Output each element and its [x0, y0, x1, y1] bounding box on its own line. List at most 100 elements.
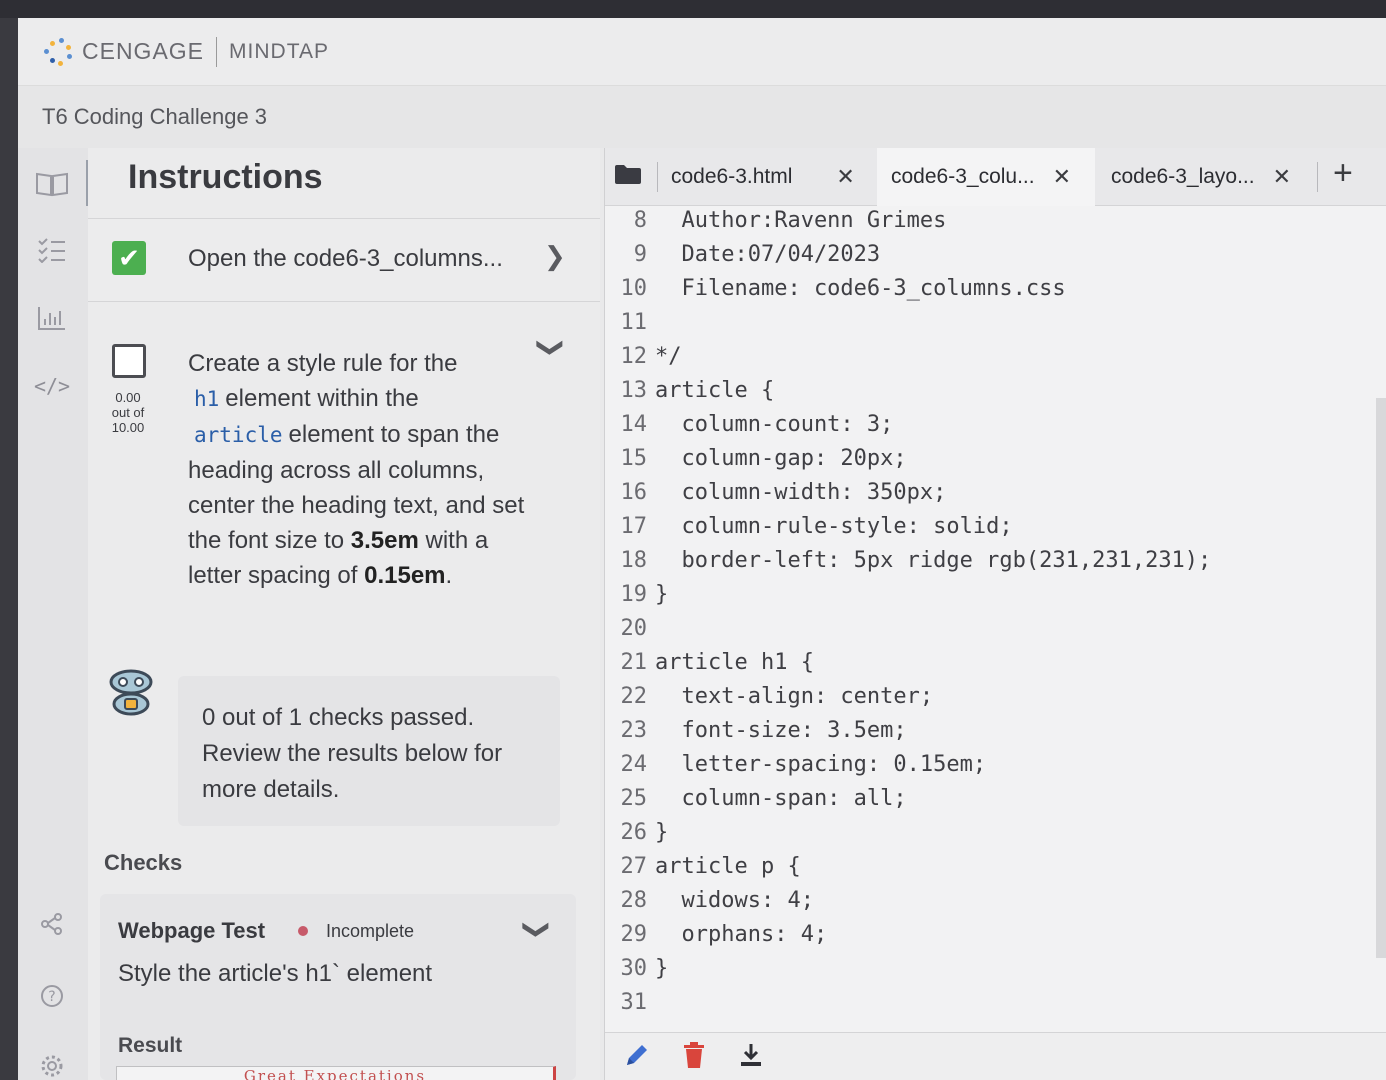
code-text: }: [655, 820, 669, 845]
close-icon[interactable]: ✕: [1053, 164, 1071, 190]
book-icon[interactable]: [32, 164, 72, 204]
tab-separator: [657, 162, 658, 192]
tab-code6-3-layout[interactable]: code6-3_layo... ✕: [1111, 148, 1311, 206]
code-line[interactable]: 26}: [605, 820, 1386, 854]
code-line[interactable]: 18 border-left: 5px ridge rgb(231,231,23…: [605, 548, 1386, 582]
status-dot: [298, 926, 308, 936]
code-line[interactable]: 31: [605, 990, 1386, 1024]
close-icon[interactable]: ✕: [836, 164, 854, 190]
tab-code6-3-columns[interactable]: code6-3_colu... ✕: [877, 148, 1095, 206]
app-window: CENGAGE MINDTAP T6 Coding Challenge 3 </…: [18, 18, 1386, 1080]
line-number: 17: [620, 514, 648, 539]
line-number: 30: [620, 956, 648, 981]
code-line[interactable]: 28 widows: 4;: [605, 888, 1386, 922]
score-out-of: out of: [111, 405, 145, 420]
editor-scrollbar[interactable]: [1376, 398, 1386, 958]
settings-icon[interactable]: [32, 1046, 72, 1080]
code-line[interactable]: 24 letter-spacing: 0.15em;: [605, 752, 1386, 786]
code-line[interactable]: 20: [605, 616, 1386, 650]
code-line[interactable]: 30}: [605, 956, 1386, 990]
brand-header: CENGAGE MINDTAP: [18, 18, 1386, 86]
checklist-icon[interactable]: [32, 230, 72, 270]
code-text: widows: 4;: [655, 888, 814, 913]
line-number: 13: [620, 378, 648, 403]
code-area[interactable]: 8 Author:Ravenn Grimes 9 Date:07/04/2023…: [605, 208, 1386, 1015]
chevron-right-icon[interactable]: ❯: [544, 241, 566, 272]
code-line[interactable]: 14 column-count: 3;: [605, 412, 1386, 446]
step-2[interactable]: 0.00 out of 10.00 Create a style rule fo…: [88, 308, 600, 638]
check-card[interactable]: Webpage Test Incomplete ❯ Style the arti…: [100, 894, 576, 1080]
checkmark-icon: ✔: [118, 242, 140, 273]
step-2-text-part: 3.5em: [350, 527, 419, 554]
folder-icon[interactable]: [615, 164, 641, 184]
code-text: }: [655, 956, 669, 981]
feedback-message: 0 out of 1 checks passed. Review the res…: [178, 676, 560, 826]
step-1[interactable]: ✔ Open the code6-3_columns... ❯: [88, 218, 600, 302]
line-number: 12: [620, 344, 648, 369]
step-1-checkbox[interactable]: ✔: [112, 241, 146, 275]
code-line[interactable]: 8 Author:Ravenn Grimes: [605, 208, 1386, 242]
code-line[interactable]: 12 */: [605, 344, 1386, 378]
result-label: Result: [118, 1034, 183, 1057]
chevron-down-icon[interactable]: ❯: [535, 337, 566, 359]
code-text: letter-spacing: 0.15em;: [655, 752, 987, 777]
code-line[interactable]: 15 column-gap: 20px;: [605, 446, 1386, 480]
code-text: }: [655, 582, 669, 607]
step-2-text-part: .: [445, 562, 453, 589]
add-tab-icon[interactable]: +: [1333, 154, 1353, 193]
step-2-checkbox[interactable]: [112, 344, 146, 378]
cengage-logo-icon: [40, 35, 74, 69]
line-number: 9: [633, 242, 647, 267]
code-line[interactable]: 16 column-width: 350px;: [605, 480, 1386, 514]
download-icon[interactable]: [737, 1041, 767, 1071]
code-line[interactable]: 29 orphans: 4;: [605, 922, 1386, 956]
code-line[interactable]: 27 article p {: [605, 854, 1386, 888]
code-line[interactable]: 13 article {: [605, 378, 1386, 412]
code-text: */: [655, 344, 682, 369]
step-1-label: Open the code6-3_columns...: [188, 245, 503, 272]
line-number: 20: [620, 616, 648, 641]
check-title: Webpage Test: [118, 918, 266, 943]
code-text: Filename: code6-3_columns.css: [655, 276, 1066, 301]
code-line[interactable]: 9 Date:07/04/2023: [605, 242, 1386, 276]
chevron-down-icon[interactable]: ❯: [521, 919, 552, 941]
svg-text:?: ?: [48, 989, 55, 1005]
line-number: 27: [620, 854, 648, 879]
code-line[interactable]: 19}: [605, 582, 1386, 616]
line-number: 23: [620, 718, 648, 743]
code-text: column-count: 3;: [655, 412, 894, 437]
line-number: 14: [620, 412, 648, 437]
code-icon[interactable]: </>: [32, 366, 72, 406]
code-line[interactable]: 22 text-align: center;: [605, 684, 1386, 718]
help-icon[interactable]: ?: [32, 976, 72, 1016]
step-2-text: Create a style rule for the h1 element wi…: [188, 346, 548, 593]
pencil-icon[interactable]: [623, 1041, 653, 1071]
result-preview: Great Expectations: [116, 1066, 556, 1080]
share-icon[interactable]: [32, 904, 72, 944]
code-text: border-left: 5px ridge rgb(231,231,231);: [655, 548, 1212, 573]
code-line[interactable]: 21 article h1 {: [605, 650, 1386, 684]
code-text: article p {: [655, 854, 801, 879]
editor-tabs: code6-3.html ✕ code6-3_colu... ✕ code6-3…: [605, 148, 1386, 206]
code-line[interactable]: 25 column-span: all;: [605, 786, 1386, 820]
close-icon[interactable]: ✕: [1273, 164, 1291, 190]
tab-code6-3-html[interactable]: code6-3.html ✕: [671, 148, 871, 206]
code-text: column-width: 350px;: [655, 480, 947, 505]
line-number: 25: [620, 786, 648, 811]
code-line[interactable]: 11: [605, 310, 1386, 344]
code-line[interactable]: 17 column-rule-style: solid;: [605, 514, 1386, 548]
line-number: 18: [620, 548, 648, 573]
left-icon-rail: </> ?: [18, 148, 89, 1080]
editor-toolbar: [605, 1032, 1386, 1080]
trash-icon[interactable]: [681, 1041, 711, 1071]
browser-bookmarks-bar: [0, 0, 1386, 18]
line-number: 28: [620, 888, 648, 913]
code-line[interactable]: 10 Filename: code6-3_columns.css: [605, 276, 1386, 310]
tab-separator: [1317, 162, 1318, 192]
chart-icon[interactable]: [32, 298, 72, 338]
code-line[interactable]: 23 font-size: 3.5em;: [605, 718, 1386, 752]
code-text: article h1 {: [655, 650, 814, 675]
step-2-text-part: h1: [194, 387, 220, 411]
activity-title-bar: T6 Coding Challenge 3: [18, 86, 1386, 148]
line-number: 29: [620, 922, 648, 947]
